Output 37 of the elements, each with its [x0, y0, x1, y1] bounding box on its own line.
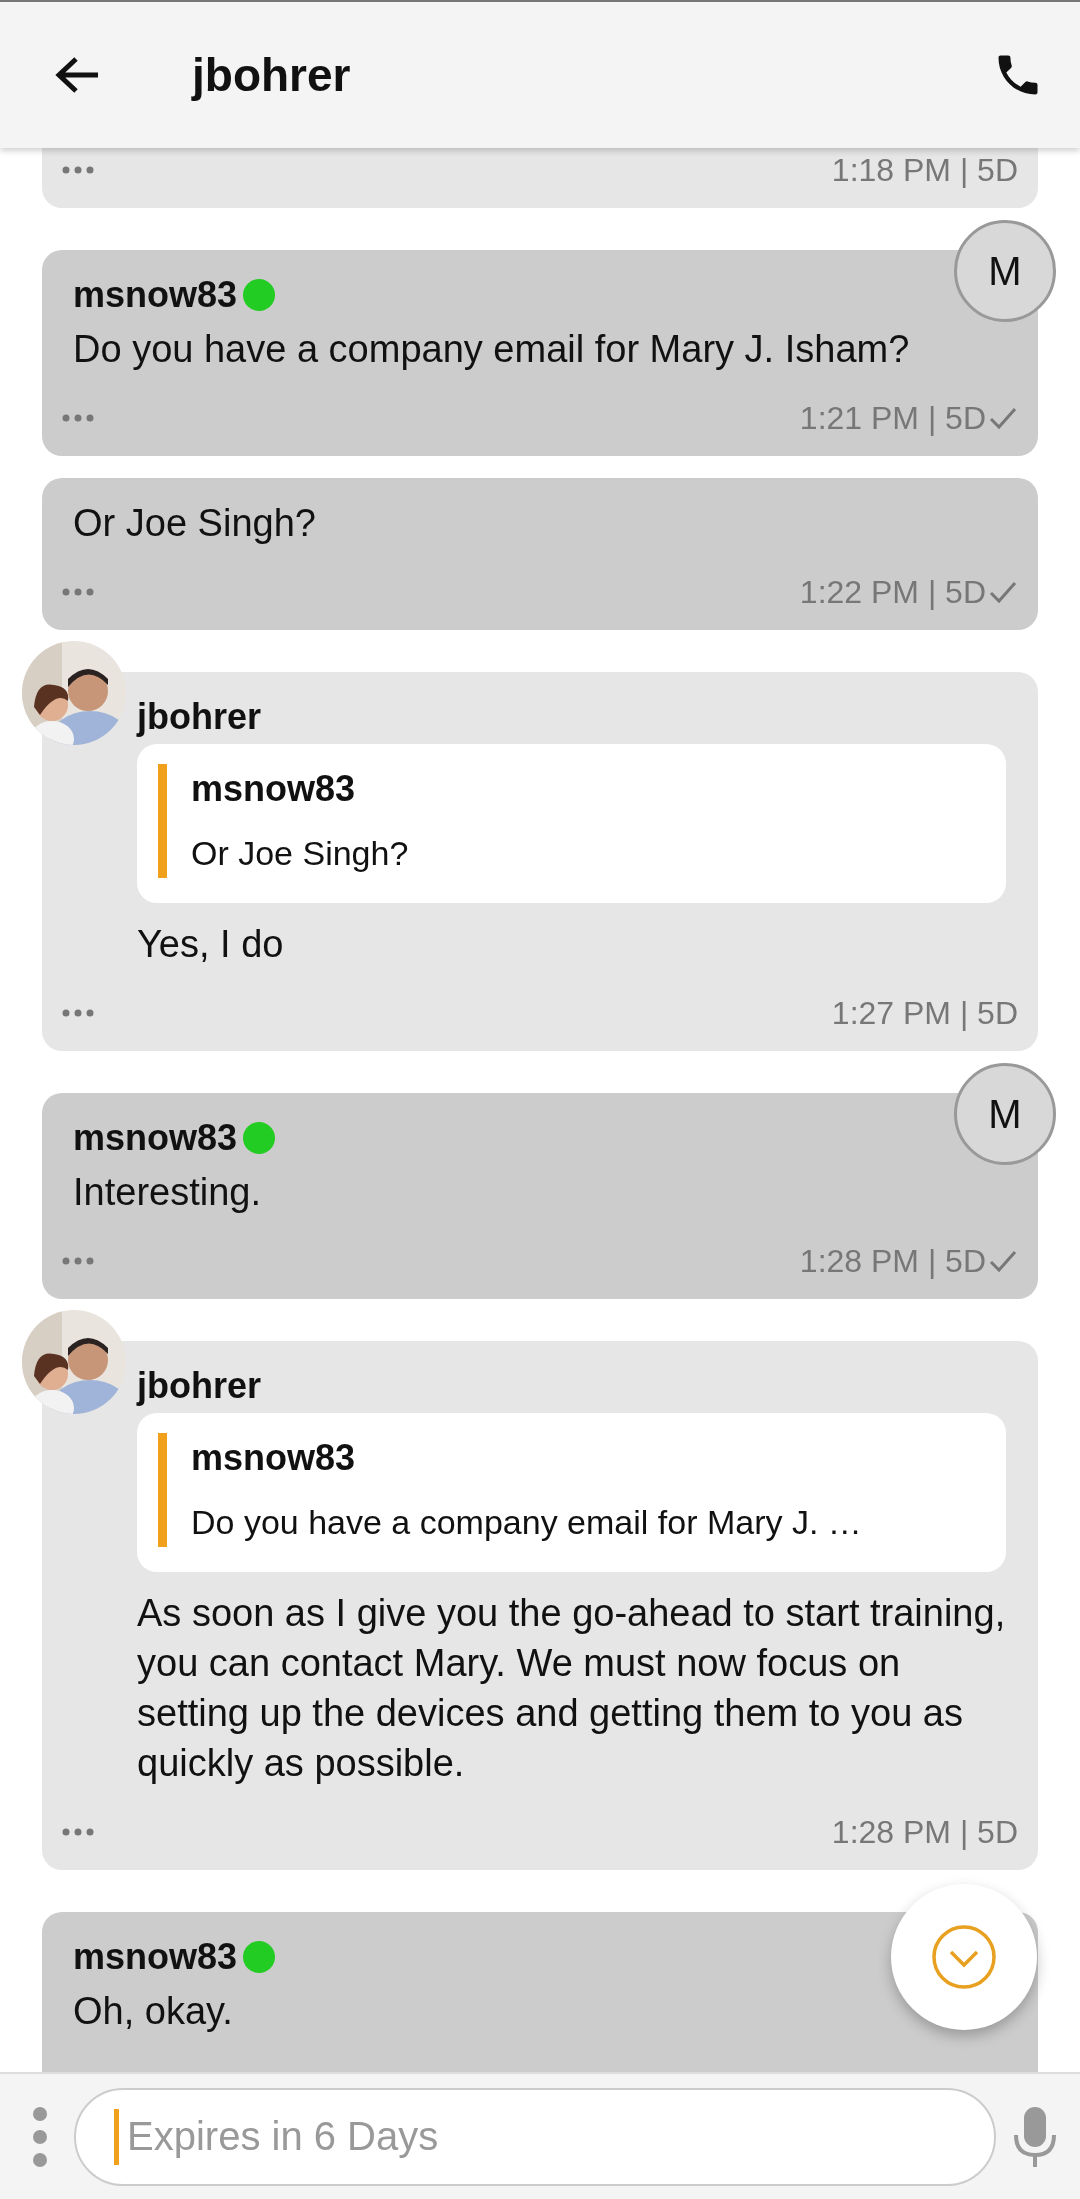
message-text: Oh, okay. [73, 1989, 234, 2034]
quoted-sender: msnow83 [191, 767, 357, 811]
message-time: 1:18 PM | 5D [831, 151, 1018, 189]
sender-name: msnow83 [73, 274, 238, 316]
message-text: Or Joe Singh? [73, 501, 317, 546]
sender-name: msnow83 [73, 1117, 238, 1159]
more-icon[interactable] [62, 588, 94, 596]
quoted-message[interactable]: msnow83 Do you have a company email for Mary J. … [137, 1413, 1006, 1572]
message-text: Interesting. [73, 1170, 262, 1215]
more-icon[interactable] [62, 1009, 94, 1017]
message-time: 1:27 PM | 5D [831, 994, 1018, 1032]
message-field[interactable]: Expires in 6 Days [74, 2087, 996, 2186]
sender-name: msnow83 [73, 1936, 238, 1978]
message-input-field[interactable]: Expires in 6 Days [125, 2113, 994, 2160]
message-text: Do you have a company email for Mary J. Isham? [73, 327, 911, 372]
more-icon[interactable] [30, 2105, 50, 2168]
message-time: 1:28 PM | 5D [799, 1242, 986, 1280]
more-icon[interactable] [62, 1257, 94, 1265]
message-time: 1:28 PM | 5D [831, 1813, 1018, 1851]
more-icon[interactable] [62, 414, 94, 422]
user-avatar[interactable]: M [954, 220, 1056, 322]
quoted-sender: msnow83 [191, 1436, 357, 1480]
message-time: 1:21 PM | 5D [799, 399, 986, 437]
quoted-text: Do you have a company email for Mary J. … [191, 1502, 862, 1543]
text-cursor [114, 2108, 119, 2165]
message-text: Yes, I do [137, 922, 285, 967]
sender-name: jbohrer [137, 1365, 261, 1407]
more-icon[interactable] [62, 1828, 94, 1836]
quoted-text: Or Joe Singh? [191, 833, 409, 874]
sender-name: jbohrer [137, 696, 261, 738]
message-text: As soon as I give you the go-ahead to start training, you can contact Mary. We must now focus on setting up the devices and getting them to you as quickly as possible. [137, 1591, 1006, 1786]
message-time: 1:22 PM | 5D [799, 573, 986, 611]
more-icon[interactable] [62, 166, 94, 174]
quoted-message[interactable]: msnow83 Or Joe Singh? [137, 744, 1006, 903]
chat-title: jbohrer [192, 48, 352, 102]
user-avatar[interactable]: M [954, 1063, 1056, 1165]
chevron-down-icon [931, 1924, 997, 1990]
